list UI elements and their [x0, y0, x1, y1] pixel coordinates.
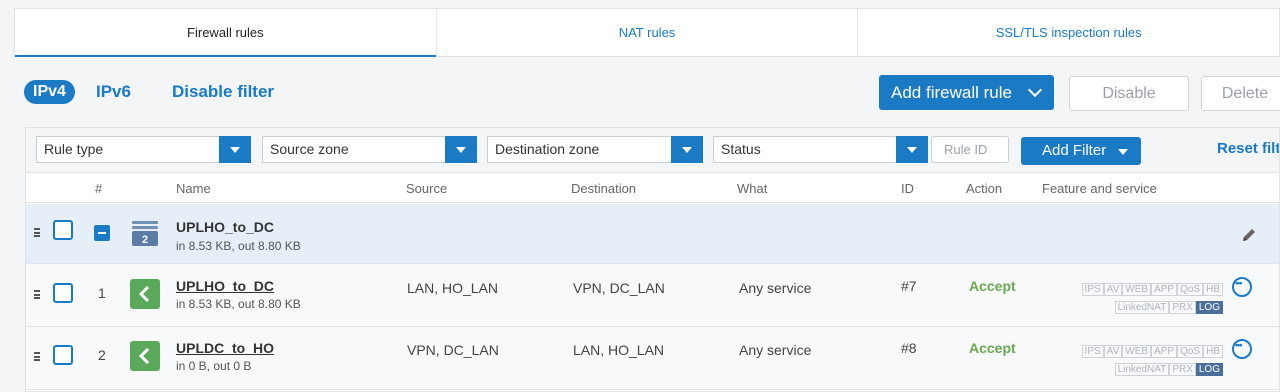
- rule-name-link[interactable]: UPLHO_to_DC: [176, 278, 274, 294]
- filter-bar: Rule type Source zone Destination zone S…: [26, 128, 1279, 173]
- rule-group-icon: 2: [132, 221, 158, 246]
- add-firewall-rule-label: Add firewall rule: [891, 82, 1012, 102]
- group-count: 2: [142, 234, 148, 246]
- group-checkbox[interactable]: [53, 220, 73, 240]
- tag-app: APP: [1151, 345, 1178, 358]
- disable-filter-link[interactable]: Disable filter: [172, 82, 274, 102]
- rule-number: 2: [98, 347, 106, 363]
- rule-destination: VPN, DC_LAN: [573, 280, 665, 296]
- dropdown-arrow-icon: [896, 136, 928, 163]
- rule-traffic: in 0 B, out 0 B: [176, 359, 252, 373]
- table-header: # Name Source Destination What ID Action…: [26, 173, 1279, 203]
- source-zone-value: Source zone: [270, 141, 349, 157]
- tag-linkednat: LinkedNAT: [1114, 301, 1170, 314]
- more-options-icon[interactable]: [1232, 277, 1252, 297]
- dropdown-arrow-icon: [671, 136, 703, 163]
- feature-tags: IPS AV WEB APP QoS HB LinkedNAT PRX LOG: [1057, 279, 1223, 315]
- rule-destination: LAN, HO_LAN: [573, 342, 665, 358]
- rule-type-select[interactable]: Rule type: [36, 136, 251, 163]
- reset-filter-link[interactable]: Reset filt: [1217, 140, 1279, 157]
- drag-handle-icon[interactable]: [34, 352, 40, 361]
- tag-web: WEB: [1122, 283, 1152, 296]
- table-row[interactable]: 2 UPLDC_to_HO in 0 B, out 0 B VPN, DC_LA…: [26, 327, 1279, 390]
- share-icon: [130, 341, 160, 371]
- status-select[interactable]: Status: [713, 136, 928, 163]
- col-id[interactable]: ID: [901, 181, 914, 196]
- rule-type-value: Rule type: [44, 141, 104, 157]
- tab-label: NAT rules: [618, 25, 676, 40]
- more-options-icon[interactable]: [1232, 339, 1252, 359]
- delete-button[interactable]: Delete: [1201, 76, 1280, 111]
- tag-av: AV: [1103, 345, 1123, 358]
- col-name[interactable]: Name: [176, 181, 211, 196]
- tag-prx: PRX: [1169, 301, 1196, 314]
- tab-label: Firewall rules: [187, 25, 264, 40]
- edit-pencil-icon[interactable]: [1240, 226, 1258, 244]
- col-feature: Feature and service: [1042, 181, 1157, 196]
- rule-action: Accept: [969, 278, 1016, 294]
- tag-hb: HB: [1203, 345, 1223, 358]
- rule-tabs: Firewall rules NAT rules SSL/TLS inspect…: [14, 8, 1280, 57]
- add-filter-button[interactable]: Add Filter: [1021, 137, 1141, 165]
- tab-firewall-rules[interactable]: Firewall rules: [15, 9, 437, 57]
- collapse-icon[interactable]: [94, 225, 110, 241]
- table-row[interactable]: 1 UPLHO_to_DC in 8.53 KB, out 8.80 KB LA…: [26, 264, 1279, 327]
- dropdown-arrow-icon: [445, 136, 477, 163]
- tag-linkednat: LinkedNAT: [1114, 363, 1170, 376]
- rule-name-link[interactable]: UPLDC_to_HO: [176, 340, 274, 356]
- col-action[interactable]: Action: [966, 181, 1002, 196]
- firewall-page: Firewall rules NAT rules SSL/TLS inspect…: [0, 0, 1280, 392]
- group-traffic: in 8.53 KB, out 8.80 KB: [176, 239, 301, 253]
- tag-app: APP: [1151, 283, 1178, 296]
- tag-qos: QoS: [1177, 283, 1204, 296]
- tag-ips: IPS: [1081, 283, 1104, 296]
- rule-id: #7: [901, 278, 917, 294]
- ipv4-toggle[interactable]: IPv4: [24, 80, 75, 104]
- status-value: Status: [721, 141, 761, 157]
- rule-id: #8: [901, 340, 917, 356]
- dropdown-arrow-icon: [219, 136, 251, 163]
- rule-source: LAN, HO_LAN: [407, 280, 499, 296]
- rule-number: 1: [98, 285, 106, 301]
- source-zone-select[interactable]: Source zone: [262, 136, 477, 163]
- group-row[interactable]: 2 UPLHO_to_DC in 8.53 KB, out 8.80 KB: [26, 204, 1279, 264]
- tag-ips: IPS: [1081, 345, 1104, 358]
- rule-id-input[interactable]: Rule ID: [931, 136, 1009, 163]
- drag-handle-icon[interactable]: [34, 290, 40, 299]
- col-what[interactable]: What: [737, 181, 767, 196]
- chevron-down-icon: [1027, 82, 1043, 98]
- destination-zone-select[interactable]: Destination zone: [487, 136, 703, 163]
- rule-traffic: in 8.53 KB, out 8.80 KB: [176, 297, 301, 311]
- tag-web: WEB: [1122, 345, 1152, 358]
- row-checkbox[interactable]: [53, 283, 73, 303]
- rules-panel: Rule type Source zone Destination zone S…: [25, 127, 1280, 392]
- share-icon: [130, 279, 160, 309]
- destination-zone-value: Destination zone: [495, 141, 600, 157]
- group-name: UPLHO_to_DC: [176, 219, 275, 235]
- tab-label: SSL/TLS inspection rules: [995, 25, 1142, 40]
- drag-handle-icon[interactable]: [34, 228, 40, 237]
- disable-button[interactable]: Disable: [1069, 76, 1189, 111]
- feature-tags: IPS AV WEB APP QoS HB LinkedNAT PRX LOG: [1057, 341, 1223, 377]
- ipv6-toggle[interactable]: IPv6: [96, 82, 131, 102]
- rule-what: Any service: [739, 280, 812, 296]
- tag-qos: QoS: [1177, 345, 1204, 358]
- tag-log: LOG: [1195, 363, 1223, 376]
- tab-nat-rules[interactable]: NAT rules: [437, 9, 859, 56]
- add-firewall-rule-button[interactable]: Add firewall rule: [879, 75, 1054, 110]
- tag-prx: PRX: [1169, 363, 1196, 376]
- tag-av: AV: [1103, 283, 1123, 296]
- row-checkbox[interactable]: [53, 345, 73, 365]
- tag-log: LOG: [1195, 301, 1223, 314]
- col-num: #: [95, 181, 103, 196]
- tag-hb: HB: [1203, 283, 1223, 296]
- rule-what: Any service: [739, 342, 812, 358]
- col-source[interactable]: Source: [406, 181, 447, 196]
- tab-ssl-tls-rules[interactable]: SSL/TLS inspection rules: [858, 9, 1279, 56]
- rule-source: VPN, DC_LAN: [407, 342, 499, 358]
- rule-action: Accept: [969, 340, 1016, 356]
- col-destination[interactable]: Destination: [571, 181, 636, 196]
